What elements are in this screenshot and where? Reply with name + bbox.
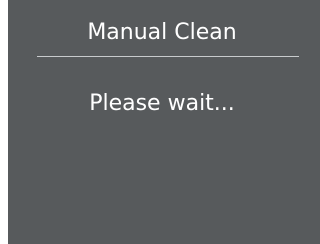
device-screen: Manual Clean Please wait... xyxy=(8,0,320,244)
status-message: Please wait... xyxy=(89,91,235,116)
title-divider xyxy=(37,56,299,57)
screen-title: Manual Clean xyxy=(87,20,237,45)
